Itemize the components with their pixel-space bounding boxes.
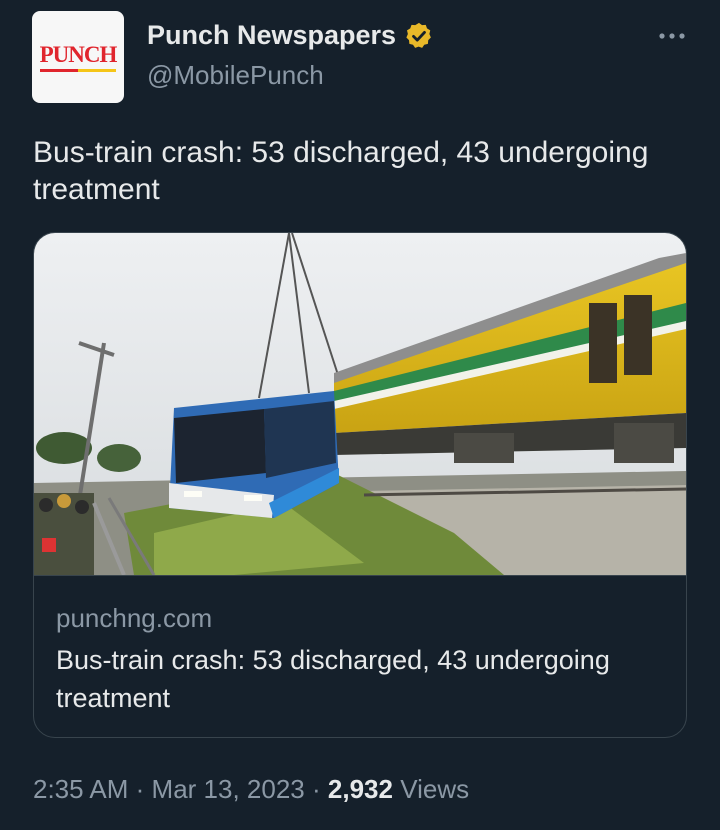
author-display-name[interactable]: Punch Newspapers bbox=[147, 20, 396, 51]
tweet-time[interactable]: 2:35 AM bbox=[33, 774, 128, 804]
verified-badge-icon[interactable] bbox=[404, 21, 434, 51]
more-options-button[interactable] bbox=[654, 18, 690, 54]
views-label: Views bbox=[400, 774, 470, 804]
meta-separator: · bbox=[312, 774, 321, 804]
link-card[interactable]: punchng.com Bus-train crash: 53 discharg… bbox=[33, 232, 687, 738]
link-card-image[interactable] bbox=[34, 233, 686, 576]
link-card-title: Bus-train crash: 53 discharged, 43 under… bbox=[56, 645, 610, 713]
tweet-text: Bus-train crash: 53 discharged, 43 under… bbox=[33, 136, 649, 206]
link-card-domain: punchng.com bbox=[56, 603, 213, 633]
tweet-date[interactable]: Mar 13, 2023 bbox=[152, 774, 305, 804]
author-name-row: Punch Newspapers bbox=[147, 20, 434, 51]
more-horizontal-icon bbox=[659, 33, 685, 39]
avatar-logo: PUNCH bbox=[40, 43, 118, 72]
author-handle[interactable]: @MobilePunch bbox=[147, 60, 324, 91]
avatar[interactable]: PUNCH bbox=[32, 11, 124, 103]
views-count: 2,932 bbox=[327, 774, 393, 804]
meta-separator: · bbox=[135, 774, 145, 804]
tweet-meta: 2:35 AM · Mar 13, 2023 · 2,932 Views bbox=[33, 774, 469, 805]
